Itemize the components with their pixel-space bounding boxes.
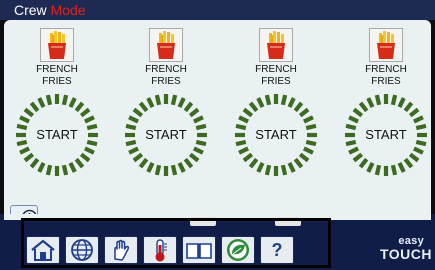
product-label: FRENCH FRIES xyxy=(36,64,78,87)
product-label: FRENCH FRIES xyxy=(365,64,407,87)
language-button[interactable] xyxy=(65,236,99,264)
product-label: FRENCH FRIES xyxy=(145,64,187,87)
help-icon: ? xyxy=(271,240,283,260)
main-panel: FRENCH FRIES START FRENCH FRIES START FR… xyxy=(4,20,431,229)
globe-icon xyxy=(71,239,93,261)
start-button[interactable]: START xyxy=(123,92,209,178)
lane-3: FRENCH FRIES START xyxy=(231,26,321,191)
book-icon xyxy=(186,243,212,259)
brand-line-2: TOUCH xyxy=(379,246,432,262)
home-button[interactable] xyxy=(26,236,60,264)
temperature-button[interactable] xyxy=(143,236,177,264)
start-label: START xyxy=(365,127,407,142)
start-button[interactable]: START xyxy=(233,92,319,178)
lane-2: FRENCH FRIES START xyxy=(121,26,211,191)
start-button[interactable]: START xyxy=(343,92,429,178)
french-fries-icon xyxy=(259,28,293,62)
start-button[interactable]: START xyxy=(14,92,100,178)
title-bar: Crew Mode xyxy=(0,0,435,20)
french-fries-icon xyxy=(149,28,183,62)
start-label: START xyxy=(36,127,78,142)
fryer-screen: Crew Mode FRENCH FRIES START FRENCH FRIE… xyxy=(0,0,435,270)
lane-4: FRENCH FRIES START xyxy=(341,26,431,191)
french-fries-icon xyxy=(369,28,403,62)
help-button[interactable]: ? xyxy=(260,236,294,264)
title-mode: Mode xyxy=(50,2,86,18)
title-crew: Crew xyxy=(14,2,47,18)
thermometer-icon xyxy=(155,239,167,262)
lane-1: FRENCH FRIES START xyxy=(12,26,102,191)
page-title: Crew Mode xyxy=(14,1,86,19)
home-icon xyxy=(31,239,55,261)
hand-icon xyxy=(114,239,130,261)
product-label: FRENCH FRIES xyxy=(255,64,297,87)
leaf-icon xyxy=(227,239,249,261)
recipe-book-button[interactable] xyxy=(182,236,216,264)
easytouch-logo: easy TOUCH xyxy=(368,234,434,268)
start-label: START xyxy=(255,127,297,142)
filter-button[interactable] xyxy=(221,236,255,264)
manual-mode-button[interactable] xyxy=(104,236,138,264)
french-fries-icon xyxy=(40,28,74,62)
start-label: START xyxy=(145,127,187,142)
